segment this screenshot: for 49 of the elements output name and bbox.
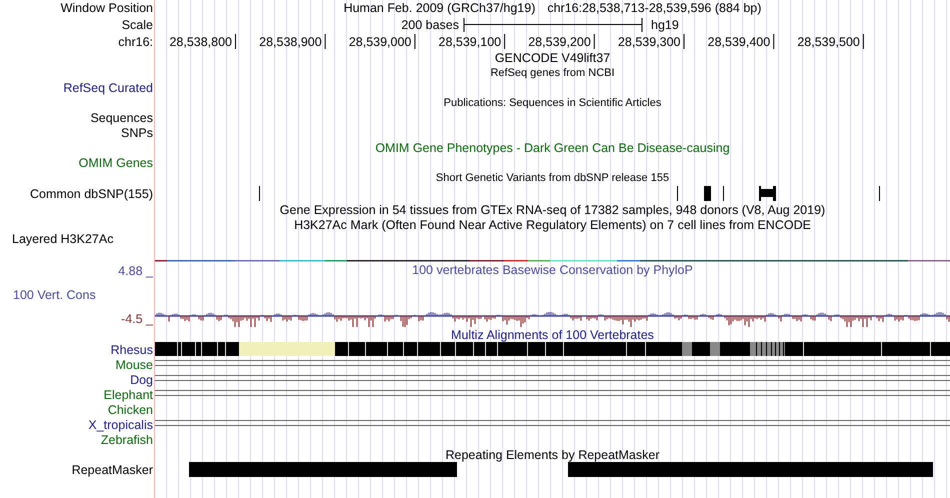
track-label[interactable]: Mouse xyxy=(115,358,153,372)
track-title: Publications: Sequences in Scientific Articles xyxy=(444,96,662,108)
coordinate-label: 28,539,300 xyxy=(618,35,680,49)
assembly-name: Human Feb. 2009 (GRCh37/hg19) xyxy=(344,1,536,15)
track-title: RefSeq genes from NCBI xyxy=(490,66,615,78)
tick-mark xyxy=(414,34,416,50)
track-label[interactable]: Sequences xyxy=(90,110,153,124)
track-title: Gene Expression in 54 tissues from GTEx RNA-seq of 17382 samples, 948 donors (V8, Aug 2019) xyxy=(280,202,826,216)
tick-mark xyxy=(862,34,864,50)
track-title: 100 vertebrates Basewise Conservation by PhyloP xyxy=(412,263,693,277)
scale-length: 200 bases xyxy=(401,18,459,32)
tick-mark xyxy=(504,34,506,50)
track-title: Repeating Elements by RepeatMasker xyxy=(445,448,660,462)
track-label[interactable]: Elephant xyxy=(104,388,153,402)
coordinate-label: 28,539,100 xyxy=(438,35,502,49)
row-label: Window Position xyxy=(60,1,153,15)
track-title: GENCODE V49lift37 xyxy=(494,50,610,64)
tick-mark xyxy=(235,34,236,50)
track-label[interactable]: Chicken xyxy=(108,402,153,416)
coordinate-label: 28,539,500 xyxy=(797,35,860,49)
chromosome-label: chr16: xyxy=(118,34,153,48)
track-label[interactable]: Rhesus xyxy=(110,342,153,356)
tick-mark xyxy=(773,34,774,50)
track-label[interactable]: SNPs xyxy=(121,126,153,140)
track-label[interactable]: OMIM Genes xyxy=(78,156,153,170)
track-label[interactable]: Dog xyxy=(130,372,153,386)
position-text: chr16:28,538,713-28,539,596 (884 bp) xyxy=(547,1,762,15)
track-label[interactable]: X_tropicalis xyxy=(88,418,153,432)
tick-mark xyxy=(324,34,326,50)
axis-max-label: 4.88 _ xyxy=(118,264,153,278)
track-title: H3K27Ac Mark (Often Found Near Active Regulatory Elements) on 7 cell lines from ENCODE xyxy=(294,218,811,232)
coordinate-label: 28,539,400 xyxy=(708,35,770,49)
coordinate-label: 28,538,800 xyxy=(169,35,232,49)
track-title: Short Genetic Variants from dbSNP release 155 xyxy=(436,172,670,184)
track-label[interactable]: Zebrafish xyxy=(100,432,153,446)
track-title: Multiz Alignments of 100 Vertebrates xyxy=(451,328,654,342)
track-label[interactable]: RefSeq Curated xyxy=(63,80,153,94)
track-label[interactable]: Layered H3K27Ac xyxy=(12,232,114,246)
row-label: Scale xyxy=(122,18,153,32)
track-label[interactable]: 100 Vert. Cons xyxy=(0,288,96,302)
coordinate-label: 28,538,900 xyxy=(259,35,322,49)
tick-mark xyxy=(594,34,595,50)
coordinate-label: 28,539,000 xyxy=(348,35,412,49)
track-label[interactable]: RepeatMasker xyxy=(72,463,153,477)
coordinate-label: 28,539,200 xyxy=(528,35,591,49)
axis-min-label: -4.5 _ xyxy=(121,312,153,326)
track-title: OMIM Gene Phenotypes - Dark Green Can Be Disease-causing xyxy=(375,140,730,154)
assembly-label: hg19 xyxy=(651,18,679,32)
track-label[interactable]: Common dbSNP(155) xyxy=(30,186,153,200)
